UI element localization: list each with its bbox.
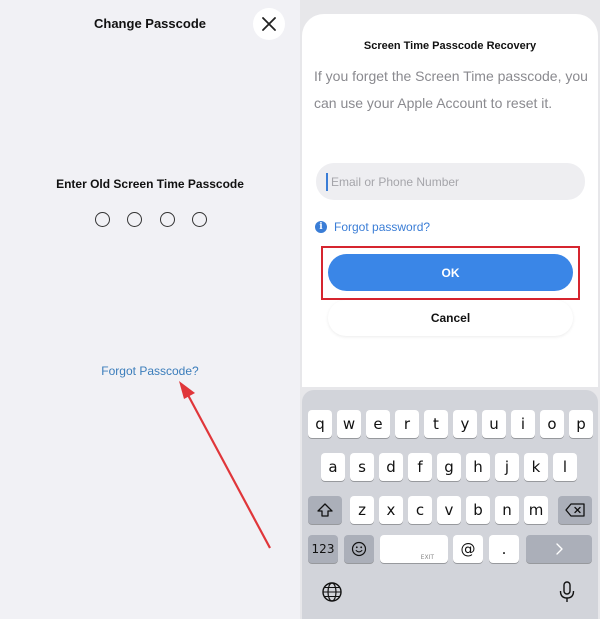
key-l[interactable]: l <box>553 453 577 481</box>
key-i[interactable]: i <box>511 410 535 438</box>
key-w[interactable]: w <box>337 410 361 438</box>
key-o[interactable]: o <box>540 410 564 438</box>
passcode-dot <box>127 212 143 227</box>
key-e[interactable]: e <box>366 410 390 438</box>
emoji-icon <box>351 541 367 557</box>
key-d[interactable]: d <box>379 453 403 481</box>
key-h[interactable]: h <box>466 453 490 481</box>
key-g[interactable]: g <box>437 453 461 481</box>
space-sublabel: EXIT <box>420 554 434 561</box>
info-icon: i <box>315 221 327 233</box>
key-z[interactable]: z <box>350 496 374 524</box>
emoji-key[interactable] <box>344 535 374 563</box>
annotation-arrow <box>179 381 271 549</box>
forgot-password-link[interactable]: i Forgot password? <box>315 220 430 234</box>
numbers-key[interactable]: 123 <box>308 535 338 563</box>
key-p[interactable]: p <box>569 410 593 438</box>
space-key[interactable]: EXIT <box>380 535 448 563</box>
cancel-button[interactable]: Cancel <box>328 300 573 336</box>
forgot-password-label: Forgot password? <box>334 220 431 234</box>
at-key[interactable]: @ <box>453 535 483 563</box>
passcode-prompt: Enter Old Screen Time Passcode <box>56 177 244 191</box>
key-q[interactable]: q <box>308 410 332 438</box>
email-input[interactable] <box>331 163 571 200</box>
passcode-dot <box>95 212 110 227</box>
delete-key[interactable] <box>558 496 592 524</box>
shift-icon <box>317 503 333 517</box>
chevron-right-icon <box>556 543 563 555</box>
key-n[interactable]: n <box>495 496 519 524</box>
key-c[interactable]: c <box>408 496 432 524</box>
key-b[interactable]: b <box>466 496 490 524</box>
passcode-recovery-screen: Screen Time Passcode Recovery If you for… <box>300 0 600 619</box>
backspace-icon <box>565 503 585 517</box>
change-passcode-screen: Change Passcode Enter Old Screen Time Pa… <box>0 0 300 619</box>
text-caret <box>326 173 328 191</box>
key-t[interactable]: t <box>424 410 448 438</box>
key-f[interactable]: f <box>408 453 432 481</box>
sheet-title: Screen Time Passcode Recovery <box>363 40 537 52</box>
key-r[interactable]: r <box>395 410 419 438</box>
close-icon <box>262 17 276 31</box>
key-v[interactable]: v <box>437 496 461 524</box>
forgot-passcode-link[interactable]: Forgot Passcode? <box>0 364 300 378</box>
return-key[interactable] <box>526 535 592 563</box>
key-s[interactable]: s <box>350 453 374 481</box>
email-field[interactable] <box>316 163 585 200</box>
dot-key[interactable]: . <box>489 535 519 563</box>
recovery-description: If you forget the Screen Time passcode, … <box>314 68 588 111</box>
shift-key[interactable] <box>308 496 342 524</box>
passcode-dot <box>191 212 207 227</box>
key-k[interactable]: k <box>524 453 548 481</box>
key-a[interactable]: a <box>321 453 345 481</box>
passcode-dots <box>95 212 207 228</box>
key-m[interactable]: m <box>524 496 548 524</box>
passcode-dot <box>159 212 175 227</box>
globe-icon[interactable] <box>321 581 343 603</box>
key-y[interactable]: y <box>453 410 477 438</box>
ok-button[interactable]: OK <box>328 254 573 291</box>
key-u[interactable]: u <box>482 410 506 438</box>
keyboard: q w e r t y u i o p a s d f g h j k l z … <box>302 390 598 619</box>
key-x[interactable]: x <box>379 496 403 524</box>
close-button[interactable] <box>253 8 285 40</box>
key-j[interactable]: j <box>495 453 519 481</box>
microphone-icon[interactable] <box>558 581 576 603</box>
